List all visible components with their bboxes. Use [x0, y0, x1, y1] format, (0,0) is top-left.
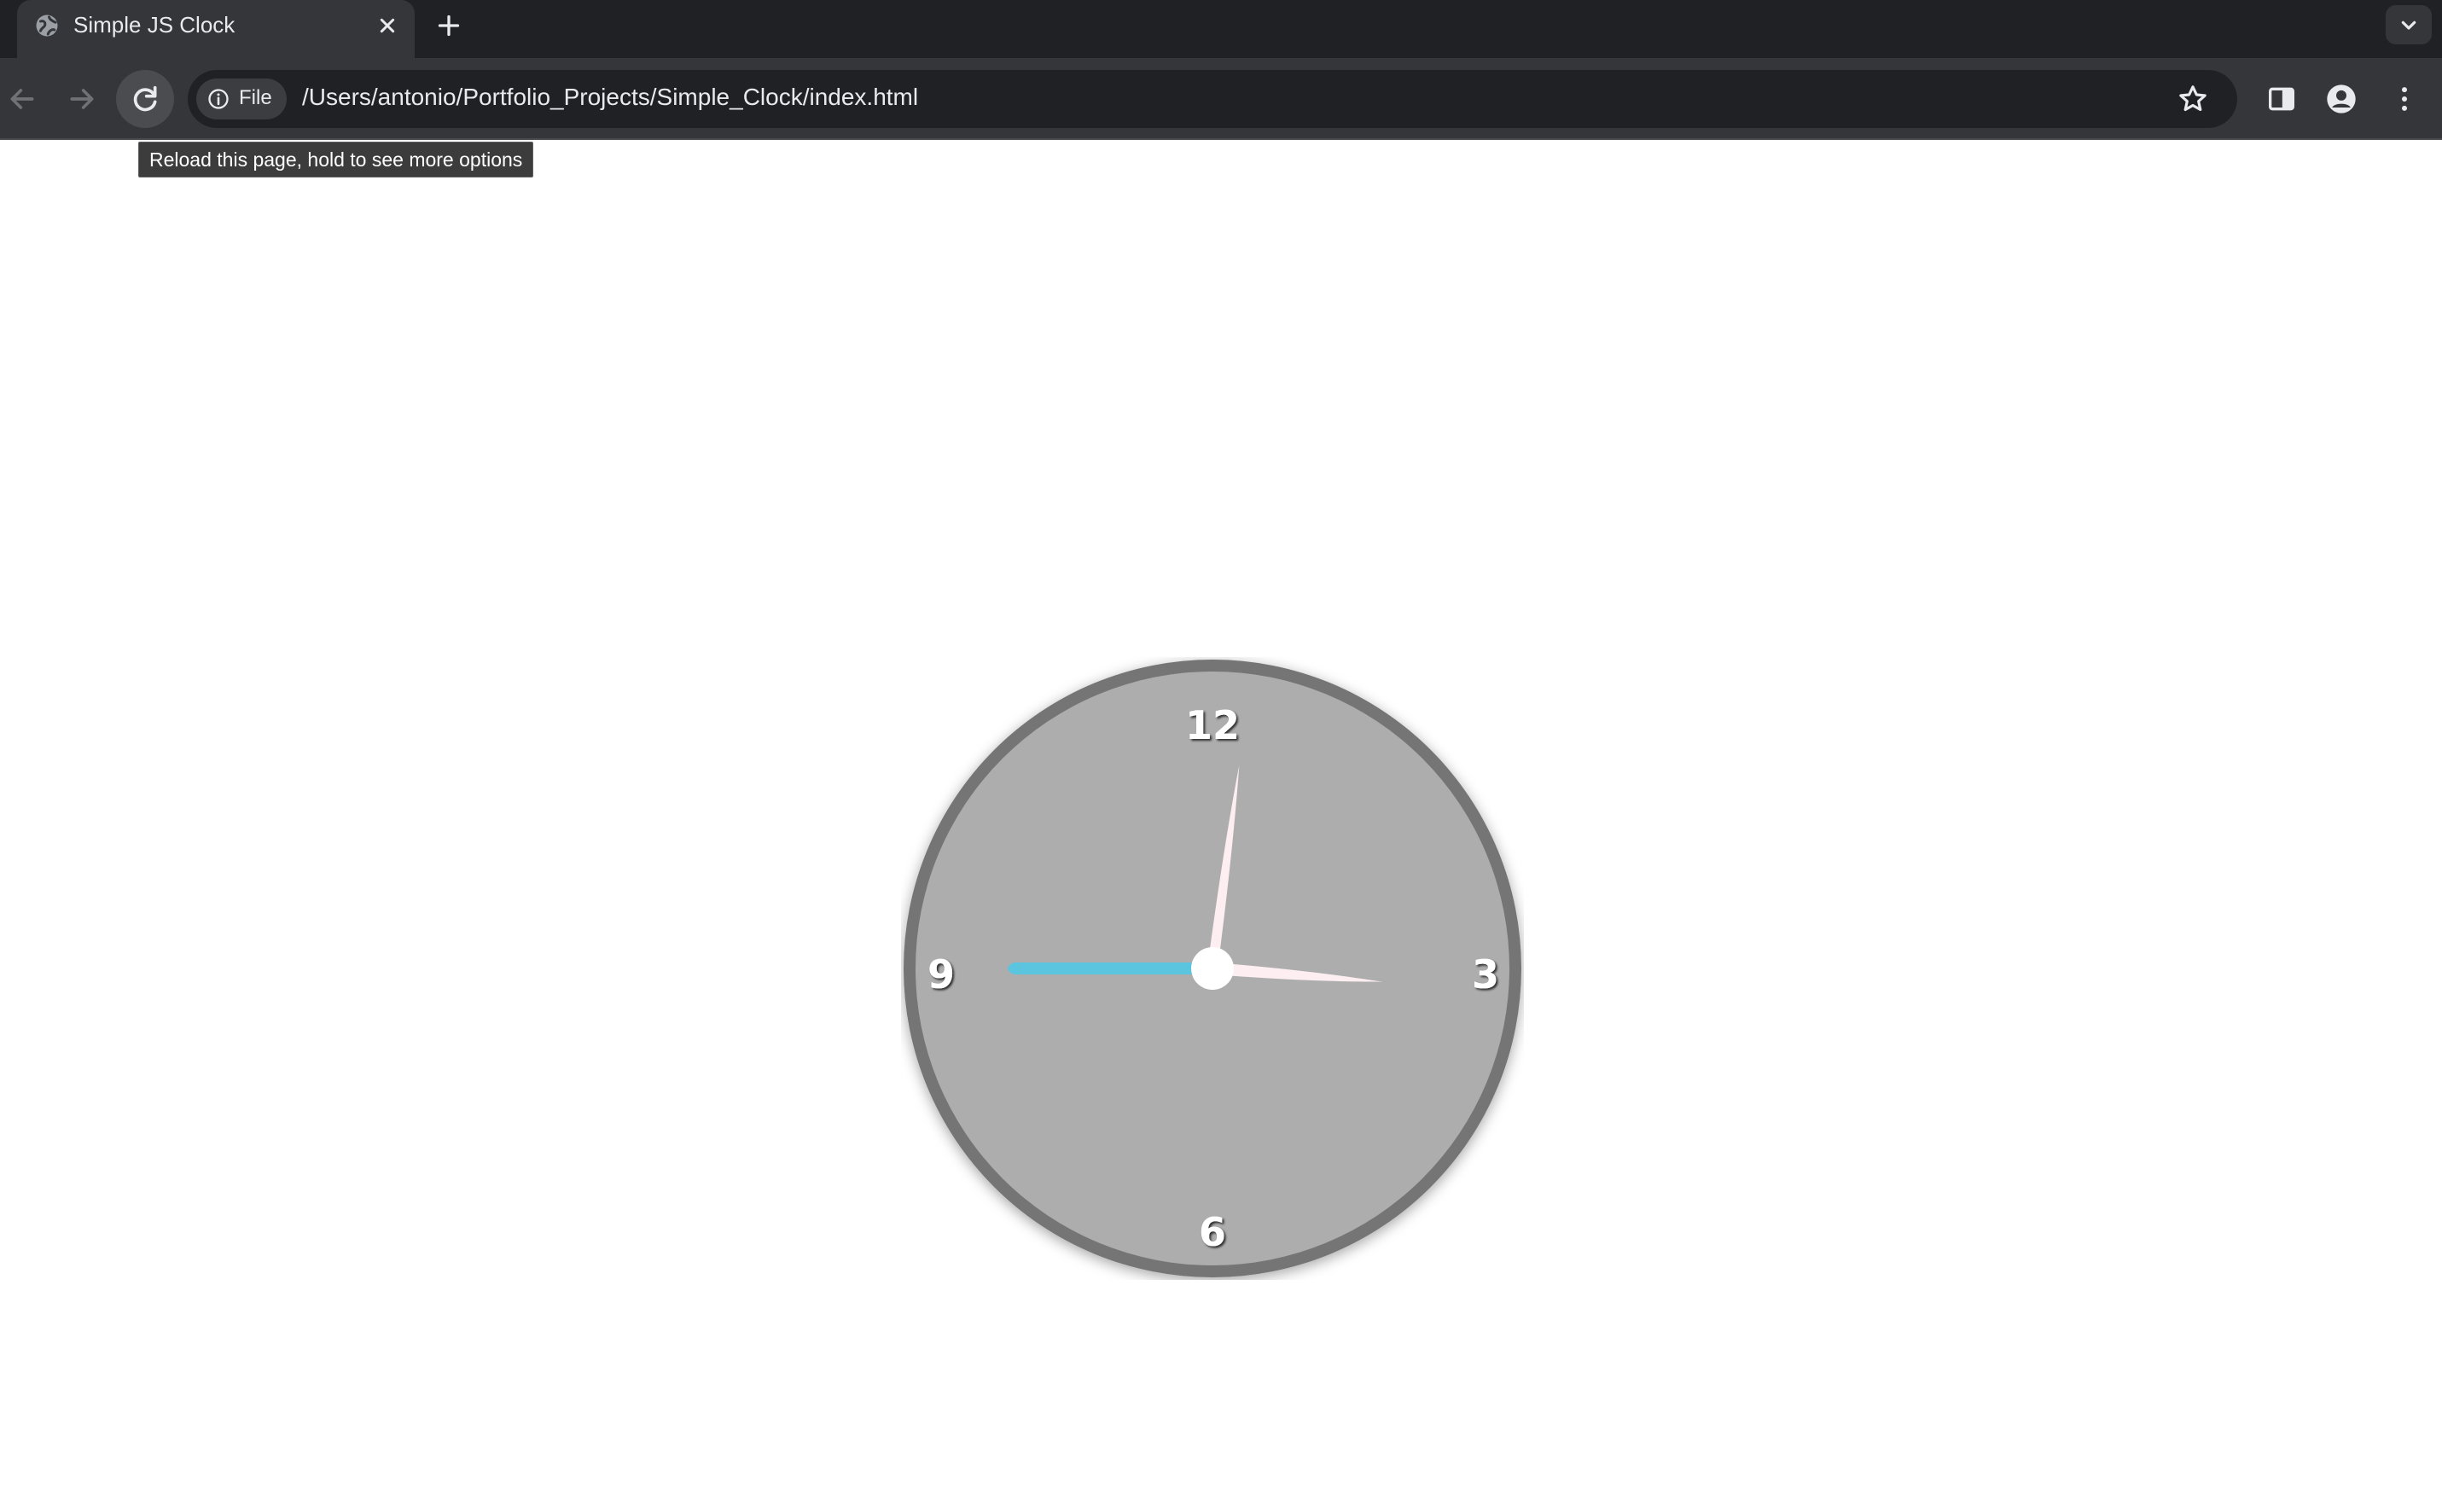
second-hand — [1008, 962, 1212, 974]
numeral-3: 3 — [1472, 951, 1499, 997]
arrow-left-icon — [10, 89, 34, 109]
close-icon[interactable] — [374, 12, 401, 39]
plus-icon[interactable] — [433, 10, 464, 41]
tab-simple-js-clock[interactable]: Simple JS Clock — [17, 0, 415, 58]
profile-button[interactable] — [2317, 75, 2365, 123]
arrow-right-icon — [70, 89, 94, 109]
address-bar[interactable]: File /Users/antonio/Portfolio_Projects/S… — [188, 70, 2237, 128]
menu-button[interactable] — [2381, 75, 2428, 123]
numeral-12: 12 — [1185, 702, 1240, 748]
person-icon — [2327, 84, 2356, 113]
browser-toolbar: File /Users/antonio/Portfolio_Projects/S… — [0, 58, 2442, 140]
forward-button[interactable] — [58, 75, 106, 123]
reload-button[interactable] — [116, 70, 174, 128]
tab-search-button[interactable] — [2386, 5, 2432, 44]
tab-title: Simple JS Clock — [73, 12, 235, 38]
tab-strip: Simple JS Clock — [0, 0, 2442, 58]
reload-icon — [133, 85, 157, 112]
url-text[interactable]: /Users/antonio/Portfolio_Projects/Simple… — [302, 84, 918, 111]
page-viewport: 12 3 6 9 — [0, 140, 2442, 1512]
browser-window: Simple JS Clock File /Users/antonio/Port… — [0, 0, 2442, 1512]
reload-tooltip: Reload this page, hold to see more optio… — [138, 142, 534, 177]
numeral-6: 6 — [1199, 1209, 1226, 1255]
star-icon[interactable] — [2176, 82, 2210, 116]
side-panel-button[interactable] — [2258, 75, 2305, 123]
numeral-9: 9 — [927, 951, 955, 997]
clock-graphic: 12 3 6 9 — [904, 660, 1521, 1277]
analog-clock: 12 3 6 9 — [901, 657, 1524, 1280]
center-pin — [1191, 947, 1234, 990]
globe-icon — [36, 15, 58, 37]
kebab-menu-icon — [2402, 87, 2407, 111]
info-icon — [208, 89, 229, 109]
back-button[interactable] — [0, 75, 46, 123]
chevron-down-icon — [2401, 20, 2416, 30]
site-info-chip[interactable]: File — [196, 79, 287, 119]
site-info-label: File — [239, 86, 272, 109]
side-panel-icon — [2269, 87, 2294, 111]
